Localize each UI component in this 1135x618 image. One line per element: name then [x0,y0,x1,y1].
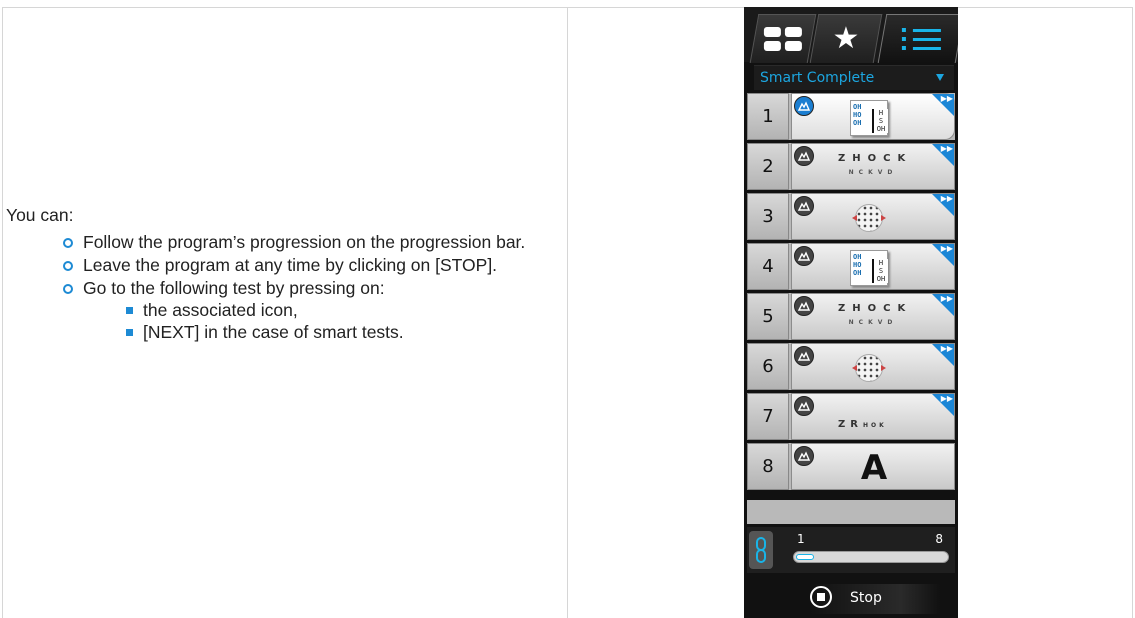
step-test-icon[interactable]: ▶▶ [791,343,955,390]
step-number: 3 [747,193,789,240]
progress-start: 1 [797,532,805,546]
bullet-text: Leave the program at any time by clickin… [83,255,498,275]
step-test-icon[interactable]: ▶▶ [791,193,955,240]
fast-forward-icon: ▶▶ [940,94,953,103]
bullet-text: Go to the following test by pressing on: [83,278,385,298]
step-row: 6 ▶▶ [747,343,955,390]
step-test-icon[interactable]: ZHOCK NCKVD ▶▶ [791,143,955,190]
empty-row [747,500,955,524]
step-number: 6 [747,343,789,390]
fast-forward-icon: ▶▶ [940,194,953,203]
fast-forward-icon: ▶▶ [940,144,953,153]
stop-icon [810,586,832,608]
dot-target-icon [852,204,886,232]
letter-line-icon: ZRHOK [838,419,887,430]
stop-button[interactable]: Stop [810,584,940,614]
bullet-list: Follow the program’s progression on the … [6,231,561,343]
progression-fill [796,554,814,560]
fast-forward-icon: ▶▶ [940,294,953,303]
bullet-item: Leave the program at any time by clickin… [6,254,561,276]
tab-bar: ★ [744,7,958,63]
progression-bar [793,551,949,563]
step-number: 8 [747,443,789,490]
chain-link-icon [756,537,766,563]
tab-grid[interactable] [749,14,817,63]
step-test-icon[interactable]: ZHOCK NCKVD ▶▶ [791,293,955,340]
sub-bullet-item: [NEXT] in the case of smart tests. [83,321,561,343]
step-row: 8A [747,443,955,490]
sub-bullet-item: the associated icon, [83,299,561,321]
step-row: 1 OH HO OH H S OH ▶▶ [747,93,955,140]
step-row: 7 ZRHOK ▶▶ [747,393,955,440]
letter-chart-icon: ZHOCK NCKVD [838,153,913,176]
sub-bullet-list: the associated icon, [NEXT] in the case … [6,299,561,343]
step-number: 2 [747,143,789,190]
step-list: 1 OH HO OH H S OH ▶▶ 2 ZHOCK NCKVD ▶▶ 3 ▶▶ 4 OH HO … [747,93,955,493]
stop-label: Stop [850,590,882,606]
acuity-chart-icon: OH HO OH H S OH [850,100,888,136]
letter-chart-icon: ZHOCK NCKVD [838,303,913,326]
mountain-icon [794,396,814,416]
mountain-icon [794,346,814,366]
program-name: Smart Complete [760,70,875,86]
mountain-icon [794,196,814,216]
mountain-icon [794,146,814,166]
star-icon: ★ [832,21,860,56]
device-panel: ★ Smart Complete 1 OH HO OH H S OH ▶▶ 2 ZHOCK… [744,7,958,618]
step-test-icon[interactable]: OH HO OH H S OH ▶▶ [791,93,955,140]
step-number: 1 [747,93,789,140]
acuity-chart-icon: OH HO OH H S OH [850,250,888,286]
step-number: 7 [747,393,789,440]
step-test-icon[interactable]: A [791,443,955,490]
dropdown-arrow-icon [936,74,944,81]
tab-favorites[interactable]: ★ [809,14,883,63]
bullet-text: Follow the program’s progression on the … [83,232,526,252]
list-icon [901,28,941,50]
intro-text: You can: [6,205,74,225]
step-row: 5 ZHOCK NCKVD ▶▶ [747,293,955,340]
bullet-item: Follow the program’s progression on the … [6,231,561,253]
fast-forward-icon: ▶▶ [940,244,953,253]
stop-area: Stop [744,578,958,618]
instructions: You can: Follow the program’s progressio… [6,204,561,344]
mountain-icon [794,296,814,316]
fast-forward-icon: ▶▶ [940,344,953,353]
bullet-item: Go to the following test by pressing on:… [6,277,561,343]
step-test-icon[interactable]: ZRHOK ▶▶ [791,393,955,440]
step-number: 5 [747,293,789,340]
grid-icon [763,27,802,51]
step-row: 2 ZHOCK NCKVD ▶▶ [747,143,955,190]
link-button[interactable] [749,531,773,569]
step-row: 3 ▶▶ [747,193,955,240]
mountain-icon [794,246,814,266]
step-row: 4 OH HO OH H S OH ▶▶ [747,243,955,290]
mountain-icon [794,96,814,116]
fast-forward-icon: ▶▶ [940,394,953,403]
step-test-icon[interactable]: OH HO OH H S OH ▶▶ [791,243,955,290]
program-select[interactable]: Smart Complete [754,65,954,90]
step-number: 4 [747,243,789,290]
dot-target-icon [852,354,886,382]
big-letter-icon: A [860,448,888,488]
progress-end: 8 [935,532,943,546]
progress-panel: 1 8 [747,527,955,573]
tab-list[interactable] [877,14,958,63]
